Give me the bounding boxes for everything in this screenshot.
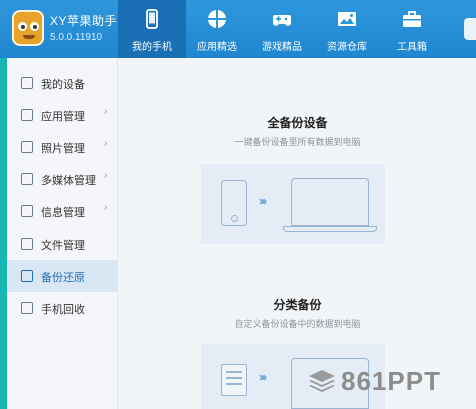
full-backup-title: 全备份设备 (267, 116, 328, 130)
nav-featured-games[interactable]: 游戏精品 (248, 0, 316, 58)
full-backup-subtitle: 一键备份设备里所有数据到电脑 (234, 137, 361, 147)
media-icon (21, 173, 33, 185)
toolbox-icon (403, 11, 421, 27)
sidebar-item-label: 多媒体管理 (41, 175, 96, 187)
stack-icon (309, 370, 335, 392)
sidebar-accent-stripe (0, 58, 7, 409)
sidebar-item-label: 我的设备 (41, 79, 85, 91)
backup-icon (21, 270, 33, 282)
sidebar-item-file-management[interactable]: 文件管理 (7, 228, 118, 260)
nav-label: 我的手机 (132, 42, 172, 53)
nav-resource-store[interactable]: 资源仓库 (313, 0, 381, 58)
nav-label: 资源仓库 (327, 42, 367, 53)
device-icon (21, 77, 33, 89)
title-bar: XY苹果助手 5.0.0.11910 我的手机 应用精选 游戏精品 资源仓库 工… (0, 0, 476, 58)
chevron-right-icon: › (104, 202, 108, 213)
sidebar-item-backup-restore[interactable]: 备份还原 (7, 260, 118, 292)
app-title: XY苹果助手 (50, 14, 118, 28)
sidebar-item-message-management[interactable]: 信息管理 › (7, 195, 118, 227)
window-control[interactable] (464, 18, 476, 40)
photo-icon (21, 141, 33, 153)
phone-icon (146, 9, 158, 29)
laptop-icon (291, 178, 369, 226)
recycle-icon (21, 302, 33, 314)
nav-my-phone[interactable]: 我的手机 (118, 0, 186, 58)
chevron-right-icon: › (104, 106, 108, 117)
sidebar-item-my-device[interactable]: 我的设备 (7, 67, 118, 99)
sidebar-item-label: 信息管理 (41, 207, 85, 219)
chevron-right-icon: › (104, 138, 108, 149)
sidebar-item-label: 手机回收 (41, 304, 85, 316)
main-panel: 全备份设备 一键备份设备里所有数据到电脑 ››› 分类备份 自定义备份设备中的数… (119, 58, 476, 409)
image-icon (338, 12, 356, 26)
watermark: 861PPT (307, 364, 467, 400)
nav-featured-apps[interactable]: 应用精选 (183, 0, 251, 58)
app-logo-icon (12, 10, 44, 46)
nav-label: 工具箱 (397, 42, 427, 53)
gamepad-icon (273, 15, 291, 26)
sidebar-item-label: 应用管理 (41, 111, 85, 123)
sidebar-item-app-management[interactable]: 应用管理 › (7, 99, 118, 131)
sidebar-item-phone-recycle[interactable]: 手机回收 (7, 292, 118, 324)
nav-label: 应用精选 (197, 42, 237, 53)
sidebar-item-label: 备份还原 (41, 272, 85, 284)
category-backup-title: 分类备份 (273, 298, 322, 312)
grid-icon (21, 109, 33, 121)
watermark-text: 861PPT (341, 366, 441, 396)
chevron-right-icon: › (104, 170, 108, 181)
arrow-right-icon: ››› (259, 370, 267, 384)
app-version: 5.0.0.11910 (50, 32, 103, 43)
folder-icon (21, 238, 33, 250)
full-backup-card[interactable]: ››› (201, 164, 385, 244)
document-icon (221, 364, 247, 396)
phone-icon (221, 180, 247, 226)
apps-icon (208, 10, 226, 28)
sidebar-item-photo-management[interactable]: 照片管理 › (7, 131, 118, 163)
nav-label: 游戏精品 (262, 42, 302, 53)
sidebar-item-label: 文件管理 (41, 240, 85, 252)
laptop-base (283, 226, 377, 232)
arrow-right-icon: ››› (259, 194, 267, 208)
message-icon (21, 205, 33, 217)
sidebar-item-media-management[interactable]: 多媒体管理 › (7, 163, 118, 195)
category-backup-subtitle: 自定义备份设备中的数据到电脑 (234, 319, 361, 329)
nav-toolbox[interactable]: 工具箱 (378, 0, 446, 58)
sidebar-item-label: 照片管理 (41, 143, 85, 155)
